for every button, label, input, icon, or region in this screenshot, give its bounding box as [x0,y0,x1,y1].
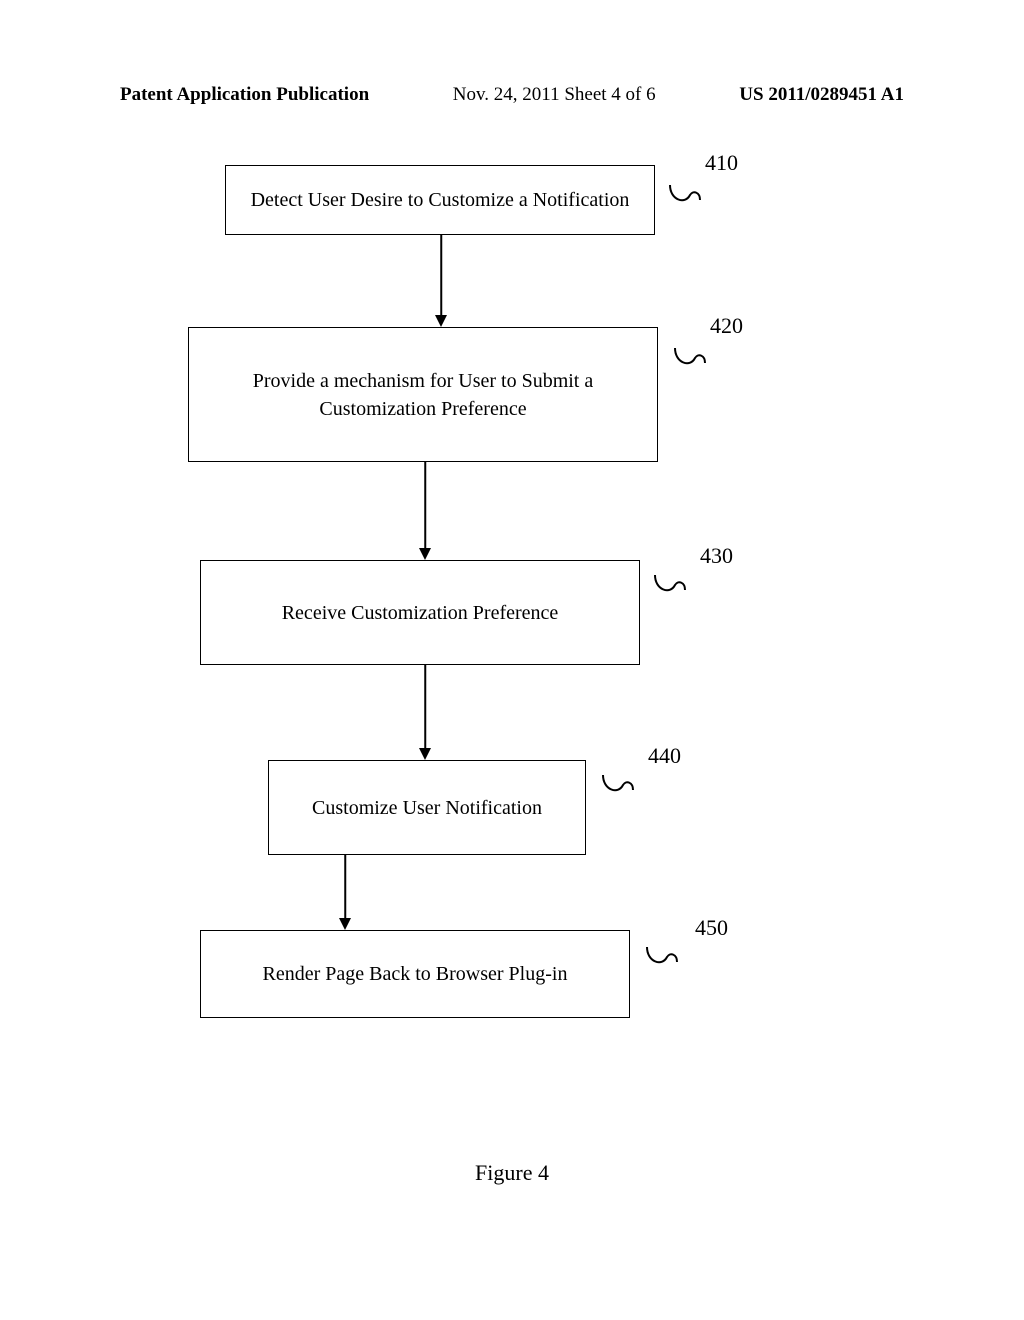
reference-squiggle-icon [665,180,705,210]
step-text-410: Detect User Desire to Customize a Notifi… [251,186,630,214]
reference-num-410: 410 [705,150,738,176]
step-text-440: Customize User Notification [312,794,542,822]
arrow-420-430 [424,462,426,560]
reference-squiggle-icon [650,570,690,600]
reference-squiggle-icon [598,770,638,800]
step-text-450: Render Page Back to Browser Plug-in [263,960,568,988]
step-box-440: Customize User Notification [268,760,586,855]
step-text-420: Provide a mechanism for User to Submit a… [199,367,647,423]
flowchart-diagram: Detect User Desire to Customize a Notifi… [0,150,1024,1150]
figure-caption: Figure 4 [0,1160,1024,1186]
arrow-410-420 [440,235,442,327]
header-date-sheet: Nov. 24, 2011 Sheet 4 of 6 [453,84,656,106]
arrow-430-440 [424,665,426,760]
step-box-420: Provide a mechanism for User to Submit a… [188,327,658,462]
step-text-430: Receive Customization Preference [282,599,559,627]
reference-num-420: 420 [710,313,743,339]
step-box-450: Render Page Back to Browser Plug-in [200,930,630,1018]
reference-squiggle-icon [642,942,682,972]
header-docnum: US 2011/0289451 A1 [739,84,904,106]
step-box-430: Receive Customization Preference [200,560,640,665]
step-box-410: Detect User Desire to Customize a Notifi… [225,165,655,235]
header-publication: Patent Application Publication [120,84,369,106]
reference-num-430: 430 [700,543,733,569]
arrow-440-450 [344,855,346,930]
reference-num-450: 450 [695,915,728,941]
reference-num-440: 440 [648,743,681,769]
reference-squiggle-icon [670,343,710,373]
